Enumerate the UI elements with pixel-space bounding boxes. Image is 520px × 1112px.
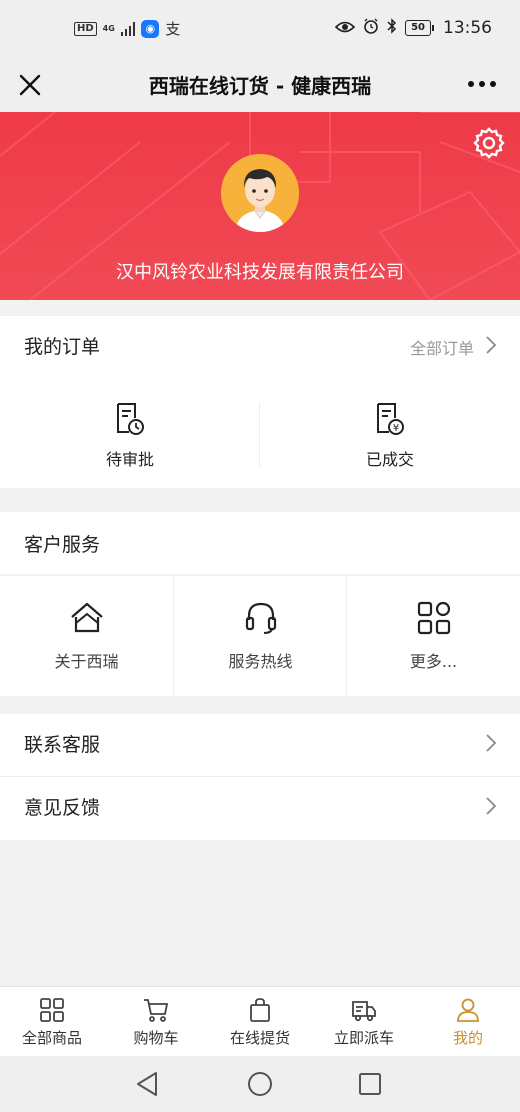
more-dots-icon[interactable] [462,68,502,100]
alarm-icon [363,18,379,38]
service-about[interactable]: 关于西瑞 [0,576,173,696]
my-orders-card: 我的订单 全部订单 待审批 ¥ 已成交 [0,316,520,488]
headset-icon [243,600,279,636]
order-completed[interactable]: ¥ 已成交 [260,402,520,482]
truck-icon [351,997,377,1023]
bottom-tab-bar: 全部商品 购物车 在线提货 立即派车 我的 [0,986,520,1056]
tab-label: 在线提货 [229,1029,290,1047]
tab-mine[interactable]: 我的 [416,987,520,1057]
home-circle-icon[interactable] [244,1068,276,1100]
tab-label: 我的 [452,1029,483,1047]
service-hotline[interactable]: 服务热线 [174,576,347,696]
system-nav-bar [0,1056,520,1112]
tab-label: 购物车 [133,1029,179,1047]
grid-icon [39,997,65,1023]
profile-banner: 汉中风铃农业科技发展有限责任公司 [0,112,520,300]
notification-app-icon: ◉ [141,19,160,38]
links-list: 联系客服 意见反馈 [0,714,520,840]
document-clock-icon [115,402,145,436]
page-title: 西瑞在线订货 - 健康西瑞 [148,74,372,98]
signal-icon [120,21,136,36]
customer-service-header: 客户服务 [0,512,520,574]
status-left: HD 4G ◉ 支 [74,18,180,39]
chevron-right-icon [486,797,497,819]
all-orders-label: 全部订单 [409,339,474,358]
clock-time: 13:56 [443,18,492,38]
contact-support-row[interactable]: 联系客服 [0,714,520,777]
tab-online-pickup[interactable]: 在线提货 [208,987,312,1057]
service-title: 客户服务 [24,534,101,556]
hd-indicator: HD [74,21,97,36]
cart-icon [143,997,169,1023]
back-triangle-icon[interactable] [132,1068,164,1100]
service-grid: 关于西瑞 服务热线 更多... [0,576,520,696]
order-completed-label: 已成交 [365,450,414,469]
notification-alipay-icon: 支 [165,20,181,38]
home-icon [69,600,105,636]
order-pending-label: 待审批 [105,450,154,469]
all-orders-link[interactable]: 全部订单 [409,334,497,360]
status-right: 50 13:56 [334,18,492,38]
company-name: 汉中风铃农业科技发展有限责任公司 [116,262,404,283]
grid-icon [416,600,452,636]
contact-support-label: 联系客服 [24,734,101,756]
chevron-right-icon [486,336,497,358]
gear-icon[interactable] [472,126,506,160]
tab-cart[interactable]: 购物车 [104,987,208,1057]
feedback-row[interactable]: 意见反馈 [0,777,520,839]
orders-title: 我的订单 [24,336,101,358]
order-pending-approval[interactable]: 待审批 [0,402,260,482]
tab-label: 立即派车 [333,1029,394,1047]
tab-all-products[interactable]: 全部商品 [0,987,104,1057]
title-bar: 西瑞在线订货 - 健康西瑞 [0,58,520,112]
bag-icon [247,997,273,1023]
tab-dispatch-truck[interactable]: 立即派车 [312,987,416,1057]
battery-icon: 50 [405,20,434,36]
avatar[interactable] [221,154,299,232]
feedback-label: 意见反馈 [24,797,101,819]
chevron-right-icon [486,734,497,756]
recents-square-icon[interactable] [354,1068,386,1100]
bluetooth-icon [387,18,397,38]
service-more-label: 更多... [409,652,458,671]
service-hotline-label: 服务热线 [228,652,293,671]
service-more[interactable]: 更多... [347,576,520,696]
document-yen-icon: ¥ [375,402,405,436]
tab-label: 全部商品 [21,1029,82,1047]
eye-icon [334,19,356,38]
user-icon [455,997,481,1023]
service-about-label: 关于西瑞 [54,652,119,671]
status-bar: HD 4G ◉ 支 50 13:56 [0,0,520,58]
svg-text:¥: ¥ [393,423,399,434]
network-type: 4G [102,23,115,33]
